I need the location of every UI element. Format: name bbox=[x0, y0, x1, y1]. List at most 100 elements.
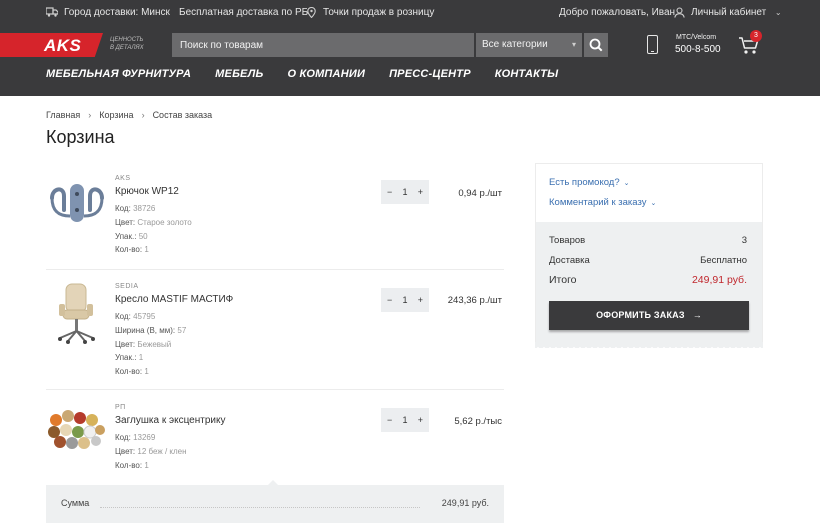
search-button[interactable] bbox=[584, 33, 608, 57]
goods-count-row: Товаров 3 bbox=[549, 235, 747, 246]
site-header: Город доставки: Минск Бесплатная доставк… bbox=[0, 0, 820, 96]
delivery-city-selector[interactable]: Город доставки: Минск bbox=[45, 7, 170, 18]
cart-items: AKS Крючок WP12 Код: 38726 Цвет: Старое … bbox=[46, 163, 504, 484]
phone-number[interactable]: 500-8-500 bbox=[675, 44, 721, 55]
free-delivery-link[interactable]: Бесплатная доставка по РБ bbox=[179, 7, 308, 18]
nav-furniture-hardware[interactable]: Мебельная фурнитура bbox=[46, 68, 191, 80]
product-price: 0,94 р./шт bbox=[458, 188, 502, 199]
product-attr: Упак.: 50 bbox=[115, 232, 148, 241]
product-attr: Цвет: Бежевый bbox=[115, 340, 172, 349]
product-attr: Кол-во: 1 bbox=[115, 245, 149, 254]
promo-code-label: Есть промокод? bbox=[549, 177, 620, 188]
breadcrumb-separator-icon: › bbox=[88, 110, 92, 120]
quantity-stepper: − 1 + bbox=[381, 408, 429, 432]
quantity-stepper: − 1 + bbox=[381, 180, 429, 204]
page-title: Корзина bbox=[46, 127, 115, 147]
qty-value[interactable]: 1 bbox=[402, 415, 407, 425]
category-select-value: Все категории bbox=[482, 39, 548, 50]
qty-minus-button[interactable]: − bbox=[387, 415, 392, 425]
product-attr: Код: 38726 bbox=[115, 204, 156, 213]
product-brand: SEDIA bbox=[115, 283, 139, 290]
product-price: 5,62 р./тыс bbox=[454, 416, 502, 427]
order-comment-label: Комментарий к заказу bbox=[549, 197, 647, 208]
cart-sum-bar: Сумма 249,91 руб. bbox=[46, 485, 504, 523]
breadcrumb-home[interactable]: Главная bbox=[46, 110, 80, 120]
checkout-button[interactable]: Оформить заказ → bbox=[549, 301, 749, 330]
search-input[interactable] bbox=[172, 33, 474, 57]
total-value: 249,91 руб. bbox=[691, 274, 747, 286]
product-attr: Цвет: 12 беж / клен bbox=[115, 447, 187, 456]
chevron-down-icon: ⌄ bbox=[774, 8, 782, 17]
product-name[interactable]: Кресло MASTIF МАСТИФ bbox=[115, 294, 233, 305]
nav-press-center[interactable]: Пресс-центр bbox=[389, 68, 471, 80]
goods-value: 3 bbox=[741, 235, 747, 246]
qty-minus-button[interactable]: − bbox=[387, 295, 392, 305]
cart-item: AKS Крючок WP12 Код: 38726 Цвет: Старое … bbox=[46, 163, 504, 270]
delivery-row: Доставка Бесплатно bbox=[549, 255, 747, 266]
breadcrumb-cart[interactable]: Корзина bbox=[99, 110, 133, 120]
product-name[interactable]: Крючок WP12 bbox=[115, 186, 179, 197]
product-brand: AKS bbox=[115, 175, 131, 182]
delivery-label: Доставка bbox=[549, 255, 590, 266]
nav-furniture[interactable]: Мебель bbox=[215, 68, 263, 80]
receipt-zigzag-edge bbox=[535, 342, 763, 348]
product-image-chair[interactable] bbox=[54, 282, 100, 347]
slogan-line-1: ценность bbox=[110, 37, 144, 43]
phone-operators: МТС/Velcom bbox=[676, 34, 717, 41]
goods-label: Товаров bbox=[549, 235, 586, 246]
delivery-value: Бесплатно bbox=[700, 255, 747, 266]
order-summary-panel: Есть промокод? ⌄ Комментарий к заказу ⌄ То… bbox=[535, 163, 763, 346]
product-attr: Код: 13269 bbox=[115, 433, 156, 442]
breadcrumb-separator-icon: › bbox=[141, 110, 145, 120]
top-bar: Город доставки: Минск Бесплатная доставк… bbox=[0, 0, 820, 24]
product-attr: Кол-во: 1 bbox=[115, 461, 149, 470]
chevron-down-icon: ⌄ bbox=[623, 180, 630, 187]
qty-value[interactable]: 1 bbox=[402, 295, 407, 305]
product-attr: Цвет: Старое золото bbox=[115, 218, 192, 227]
total-row: Итого 249,91 руб. bbox=[549, 274, 747, 286]
qty-plus-button[interactable]: + bbox=[418, 415, 423, 425]
product-attr: Упак.: 1 bbox=[115, 353, 144, 362]
slogan-line-2: в деталях bbox=[110, 45, 144, 51]
product-brand: РП bbox=[115, 404, 126, 411]
retail-points-link[interactable]: Точки продаж в розницу bbox=[305, 6, 435, 19]
map-pin-icon bbox=[305, 6, 317, 19]
total-label: Итого bbox=[549, 274, 577, 286]
nav-contacts[interactable]: Контакты bbox=[495, 68, 559, 80]
product-image-hook[interactable] bbox=[46, 180, 108, 231]
qty-plus-button[interactable]: + bbox=[418, 187, 423, 197]
product-price: 243,36 р./шт bbox=[447, 295, 502, 306]
promo-code-toggle[interactable]: Есть промокод? ⌄ bbox=[549, 177, 630, 188]
welcome-text: Добро пожаловать, Иван bbox=[559, 7, 675, 18]
quantity-stepper: − 1 + bbox=[381, 288, 429, 312]
slogan: ценность в деталях bbox=[110, 36, 144, 52]
phone-icon bbox=[647, 35, 658, 54]
product-image-caps[interactable] bbox=[46, 406, 106, 453]
summary-totals: Товаров 3 Доставка Бесплатно Итого 249,9… bbox=[536, 222, 762, 346]
qty-value[interactable]: 1 bbox=[402, 187, 407, 197]
order-comment-toggle[interactable]: Комментарий к заказу ⌄ bbox=[549, 197, 656, 208]
qty-minus-button[interactable]: − bbox=[387, 187, 392, 197]
sum-dotted-leader bbox=[100, 507, 420, 508]
product-attr: Код: 45795 bbox=[115, 312, 156, 321]
cart-item: SEDIA Кресло MASTIF МАСТИФ Код: 45795 Ши… bbox=[46, 270, 504, 390]
arrow-right-icon: → bbox=[692, 310, 702, 320]
product-attr: Кол-во: 1 bbox=[115, 367, 149, 376]
retail-points-text: Точки продаж в розницу bbox=[323, 7, 435, 18]
account-menu[interactable]: Личный кабинет ⌄ bbox=[673, 7, 784, 18]
sum-value: 249,91 руб. bbox=[441, 498, 489, 508]
main-nav: Мебельная фурнитура Мебель О компании Пр… bbox=[46, 68, 582, 80]
free-delivery-text: Бесплатная доставка по РБ bbox=[179, 7, 309, 18]
cart-count-badge: 3 bbox=[750, 30, 762, 42]
category-select[interactable]: Все категории ▾ bbox=[476, 33, 582, 57]
product-attr: Ширина (В, мм): 57 bbox=[115, 326, 187, 335]
qty-plus-button[interactable]: + bbox=[418, 295, 423, 305]
delivery-city-label: Город доставки: Минск bbox=[64, 7, 170, 18]
product-name[interactable]: Заглушка к эксцентрику bbox=[115, 415, 225, 426]
sum-label: Сумма bbox=[61, 498, 90, 508]
account-label: Личный кабинет bbox=[691, 7, 767, 18]
breadcrumb: Главная › Корзина › Состав заказа bbox=[46, 110, 212, 120]
nav-about[interactable]: О компании bbox=[287, 68, 365, 80]
cart-item: РП Заглушка к эксцентрику Код: 13269 Цве… bbox=[46, 390, 504, 484]
search-icon bbox=[589, 38, 603, 52]
